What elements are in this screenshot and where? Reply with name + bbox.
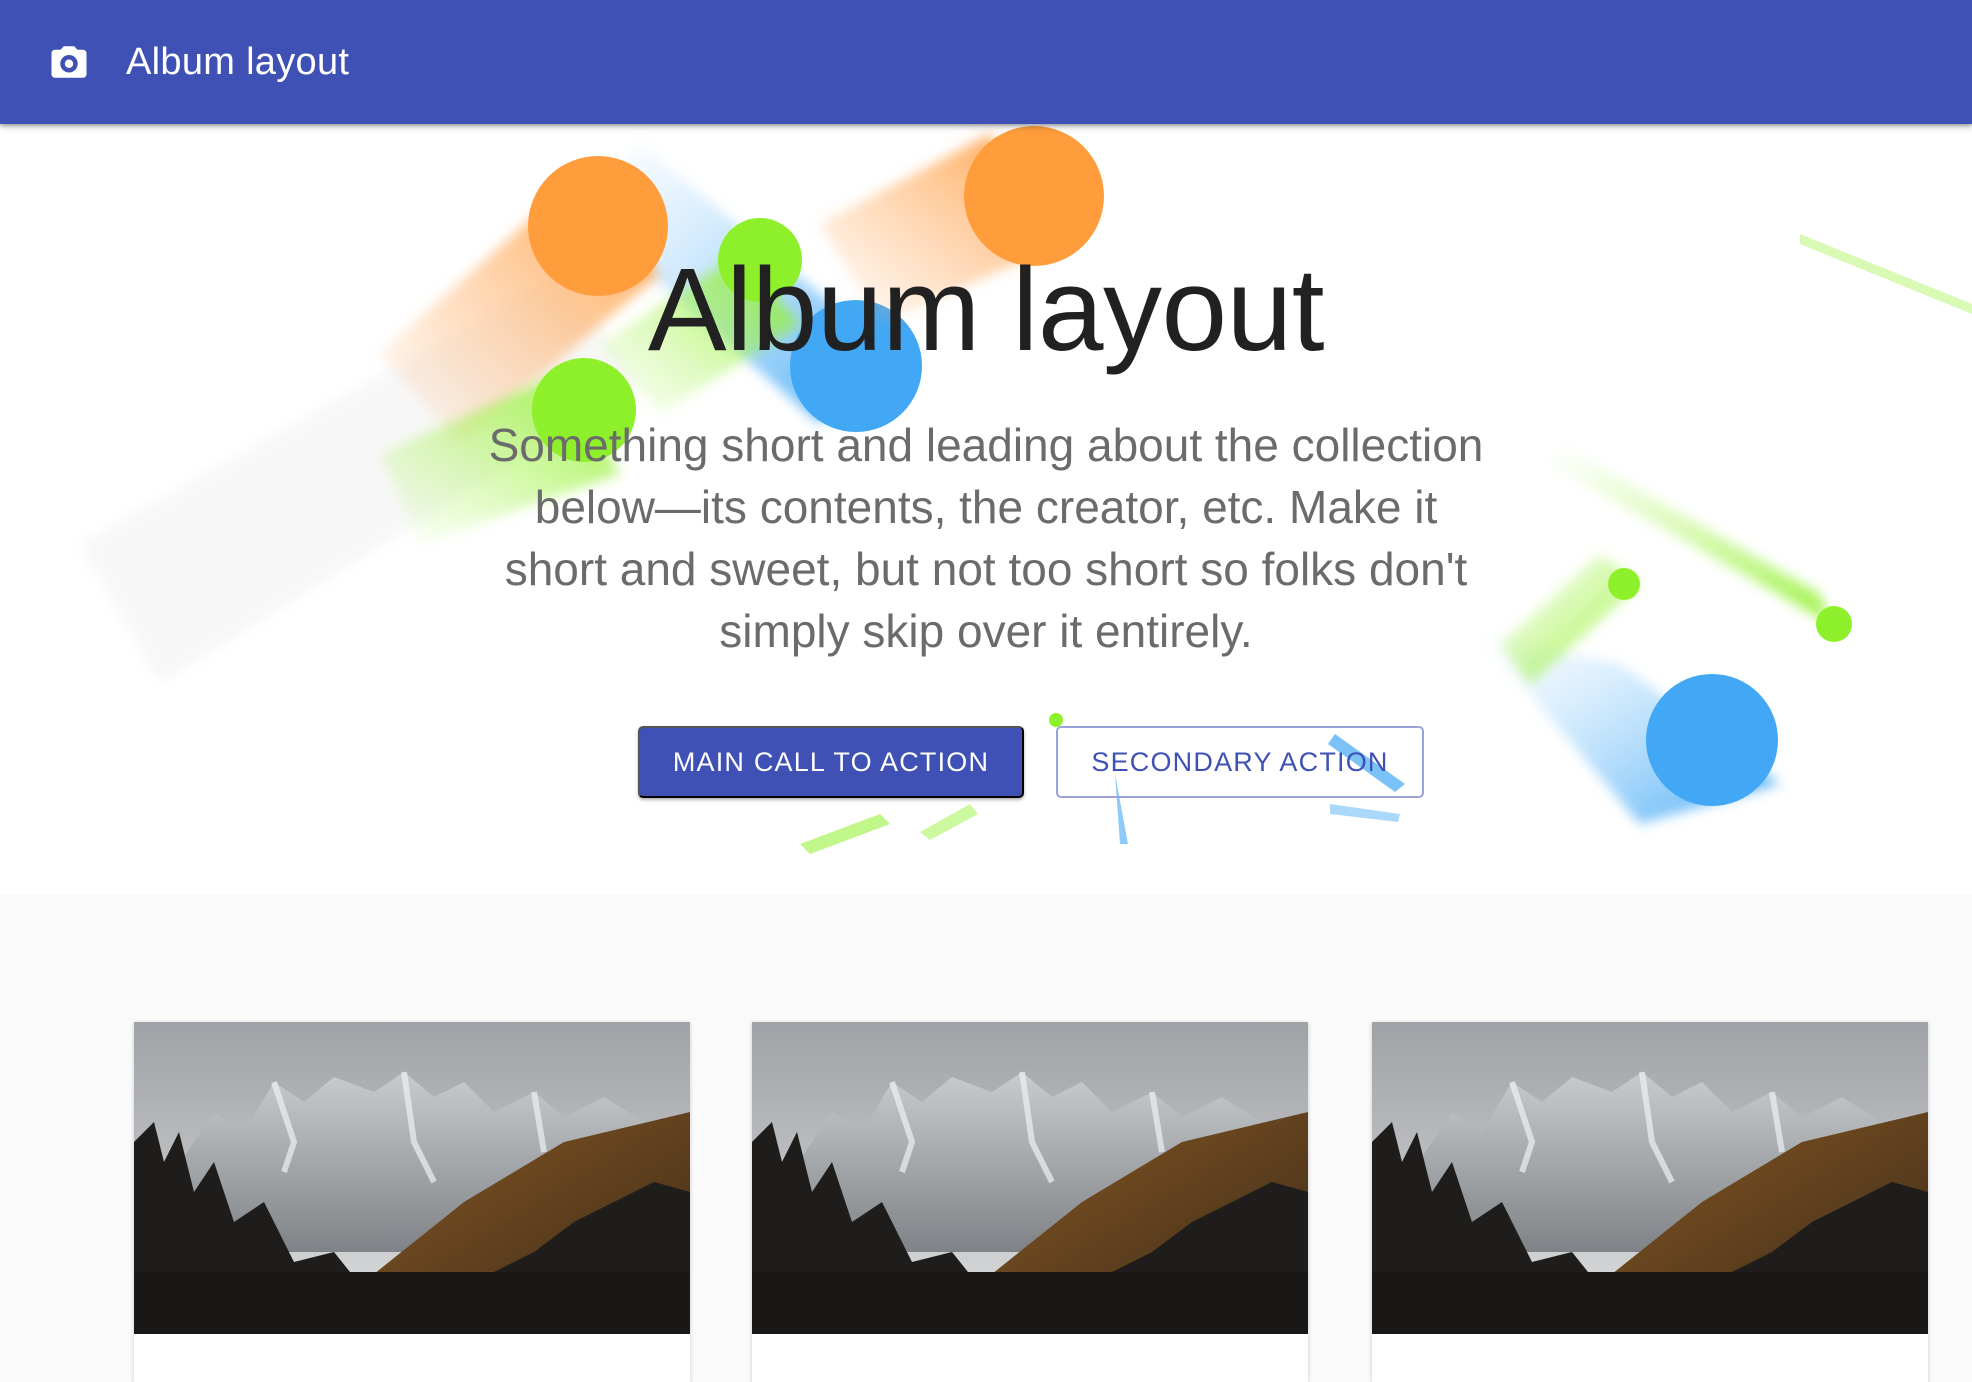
hero-subtitle: Something short and leading about the co… [488,419,1484,657]
app-bar: Album layout [0,0,1972,124]
album-card[interactable] [1372,1022,1928,1382]
hero-section: Album layout Something short and leading… [0,124,1972,894]
app-bar-title: Album layout [126,40,350,83]
album-card[interactable] [752,1022,1308,1382]
album-card[interactable] [134,1022,690,1382]
album-grid [0,894,1972,1382]
card-image [1372,1022,1928,1334]
main-call-to-action-button[interactable]: MAIN CALL TO ACTION [638,726,1024,798]
camera-icon [51,46,87,78]
hero-title: Album layout [647,244,1325,376]
card-image [134,1022,690,1334]
card-image [752,1022,1308,1334]
secondary-action-button[interactable]: SECONDARY ACTION [1056,726,1424,798]
hero-content: Album layout Something short and leading… [0,124,1972,894]
